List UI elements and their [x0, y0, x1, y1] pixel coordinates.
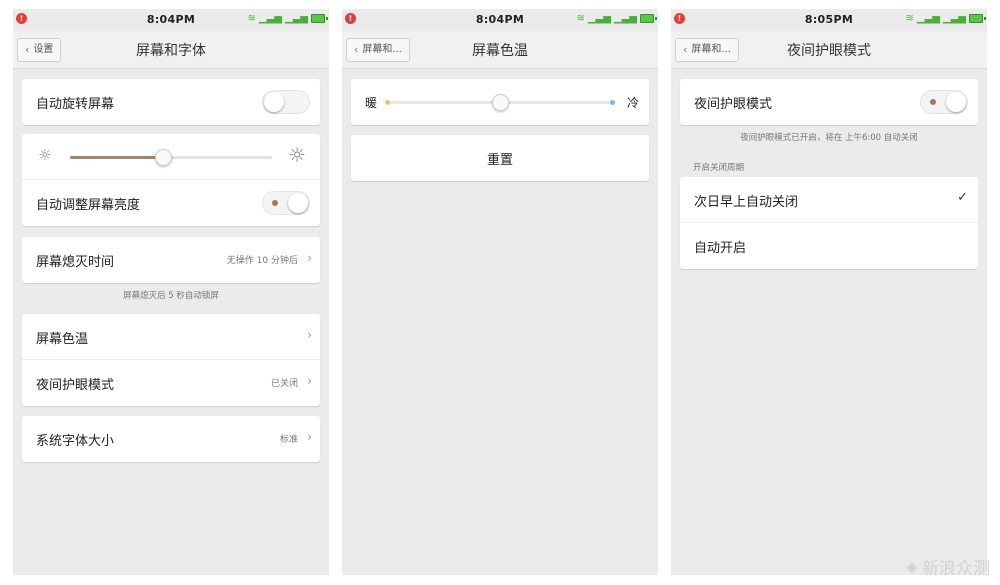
- wifi-icon: ≋: [576, 13, 585, 24]
- page-title: 屏幕色温: [472, 43, 528, 59]
- battery-icon: [969, 14, 986, 23]
- auto-brightness-toggle[interactable]: [262, 191, 310, 215]
- night-mode-row[interactable]: 夜间护眼模式: [680, 79, 978, 125]
- font-size-row[interactable]: 系统字体大小 标准 ›: [22, 416, 320, 462]
- signal-icon: ▁▃▅: [587, 13, 611, 24]
- chevron-right-icon: ›: [307, 430, 312, 444]
- page-title: 屏幕和字体: [136, 43, 206, 59]
- color-temp-label: 屏幕色温: [36, 332, 89, 347]
- wifi-icon: ≋: [247, 13, 256, 24]
- period-options-card: 次日早上自动关闭 ✓ 自动开启: [680, 177, 978, 269]
- toggle-dot: [272, 200, 278, 206]
- auto-rotate-label: 自动旋转屏幕: [36, 97, 115, 112]
- auto-rotate-row[interactable]: 自动旋转屏幕: [22, 79, 320, 125]
- signal-icon-2: ▁▃▅: [284, 13, 308, 24]
- night-mode-label: 夜间护眼模式: [694, 97, 773, 112]
- status-bar: ! 8:05PM ≋ ▁▃▅ ▁▃▅: [671, 9, 987, 31]
- signal-icon-2: ▁▃▅: [942, 13, 966, 24]
- color-night-card: 屏幕色温 › 夜间护眼模式 已关闭 ›: [22, 314, 320, 406]
- color-temp-row[interactable]: 屏幕色温 ›: [22, 314, 320, 360]
- auto-rotate-card: 自动旋转屏幕: [22, 79, 320, 125]
- nav-bar: ‹ 屏幕和... 屏幕色温: [342, 31, 658, 69]
- signal-icon: ▁▃▅: [916, 13, 940, 24]
- lock-note: 屏幕熄灭后 5 秒自动锁屏: [123, 291, 219, 301]
- night-mode-toggle[interactable]: [920, 90, 968, 114]
- night-mode-card: 夜间护眼模式: [680, 79, 978, 125]
- signal-icon-2: ▁▃▅: [613, 13, 637, 24]
- night-mode-label: 夜间护眼模式: [36, 378, 115, 393]
- screen-off-row[interactable]: 屏幕熄灭时间 无操作 10 分钟后 ›: [22, 237, 320, 283]
- status-bar: ! 8:04PM ≋ ▁▃▅ ▁▃▅: [13, 9, 329, 31]
- auto-brightness-label: 自动调整屏幕亮度: [36, 198, 141, 213]
- chevron-right-icon: ›: [307, 374, 312, 388]
- page-title: 夜间护眼模式: [787, 43, 871, 59]
- chevron-right-icon: ›: [307, 251, 312, 265]
- option-label: 次日早上自动关闭: [694, 195, 799, 210]
- toggle-knob: [288, 193, 308, 213]
- warm-label: 暖: [365, 96, 378, 110]
- watermark-text: 新浪众测: [922, 559, 990, 579]
- brightness-slider[interactable]: [70, 149, 272, 166]
- cool-label: 冷: [626, 96, 639, 110]
- signal-icon: ▁▃▅: [258, 13, 282, 24]
- font-size-label: 系统字体大小: [36, 434, 115, 449]
- warm-end-dot: [385, 100, 390, 105]
- night-mode-row[interactable]: 夜间护眼模式 已关闭 ›: [22, 360, 320, 406]
- watermark: ◈ 新浪众测: [906, 554, 990, 579]
- screen-display-and-font: ! 8:04PM ≋ ▁▃▅ ▁▃▅ ‹ 设置 屏幕和字体 自动旋转屏幕 ☼ ☼: [13, 9, 329, 575]
- battery-icon: [640, 14, 657, 23]
- status-bar: ! 8:04PM ≋ ▁▃▅ ▁▃▅: [342, 9, 658, 31]
- chevron-right-icon: ›: [307, 328, 312, 342]
- screen-off-value: 无操作 10 分钟后: [226, 256, 298, 266]
- toggle-dot: [930, 99, 936, 105]
- brightness-knob[interactable]: [154, 149, 172, 166]
- sun-large-icon: ☼: [288, 143, 306, 167]
- temperature-slider[interactable]: [385, 94, 615, 111]
- wifi-icon: ≋: [905, 13, 914, 24]
- screen-off-label: 屏幕熄灭时间: [36, 255, 115, 270]
- reset-card: 重置: [351, 135, 649, 181]
- option-auto-on[interactable]: 自动开启: [680, 223, 978, 269]
- temperature-knob[interactable]: [492, 94, 509, 111]
- reset-label: 重置: [486, 153, 513, 168]
- nav-bar: ‹ 设置 屏幕和字体: [13, 31, 329, 69]
- auto-brightness-row[interactable]: 自动调整屏幕亮度: [22, 180, 320, 226]
- option-label: 自动开启: [694, 241, 747, 256]
- battery-icon: [311, 14, 328, 23]
- option-next-morning-off[interactable]: 次日早上自动关闭 ✓: [680, 177, 978, 223]
- status-icons: ≋ ▁▃▅ ▁▃▅: [247, 13, 328, 24]
- temperature-card: 暖 冷: [351, 79, 649, 125]
- night-mode-note: 夜间护眼模式已开启，将在 上午6:00 自动关闭: [740, 133, 918, 143]
- screen-night-mode: ! 8:05PM ≋ ▁▃▅ ▁▃▅ ‹ 屏幕和... 夜间护眼模式 夜间护眼模…: [671, 9, 987, 575]
- font-size-card: 系统字体大小 标准 ›: [22, 416, 320, 462]
- watermark-logo-icon: ◈: [905, 557, 918, 576]
- period-header: 开启关闭周期: [693, 163, 745, 173]
- night-mode-value: 已关闭: [270, 379, 298, 389]
- sun-small-icon: ☼: [38, 146, 52, 164]
- brightness-card: ☼ ☼ 自动调整屏幕亮度: [22, 134, 320, 226]
- screen-off-card: 屏幕熄灭时间 无操作 10 分钟后 ›: [22, 237, 320, 283]
- brightness-slider-row: ☼ ☼: [22, 134, 320, 180]
- status-icons: ≋ ▁▃▅ ▁▃▅: [905, 13, 986, 24]
- temperature-slider-row: 暖 冷: [351, 79, 649, 125]
- nav-bar: ‹ 屏幕和... 夜间护眼模式: [671, 31, 987, 69]
- status-icons: ≋ ▁▃▅ ▁▃▅: [576, 13, 657, 24]
- cool-end-dot: [610, 100, 615, 105]
- toggle-knob: [264, 92, 284, 112]
- auto-rotate-toggle[interactable]: [262, 90, 310, 114]
- reset-button[interactable]: 重置: [351, 135, 649, 181]
- brightness-fill: [70, 156, 163, 159]
- toggle-knob: [946, 92, 966, 112]
- screen-color-temperature: ! 8:04PM ≋ ▁▃▅ ▁▃▅ ‹ 屏幕和... 屏幕色温 暖 冷 重置: [342, 9, 658, 575]
- checkmark-icon: ✓: [957, 190, 968, 205]
- font-size-value: 标准: [279, 435, 298, 445]
